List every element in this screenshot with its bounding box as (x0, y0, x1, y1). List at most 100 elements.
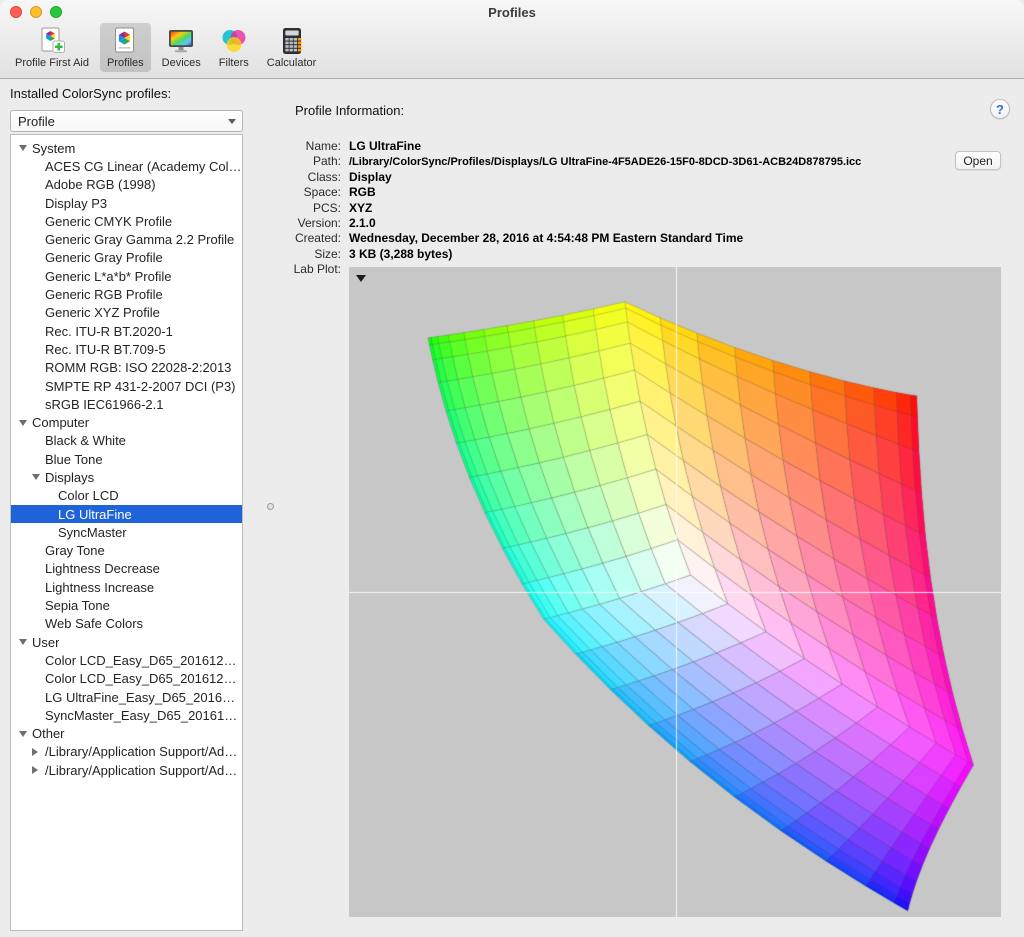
list-item[interactable]: SyncMaster (11, 523, 242, 541)
profile-name-label: Displays (45, 469, 95, 485)
disclosure-collapsed-icon[interactable] (32, 748, 45, 756)
list-item[interactable]: SMPTE RP 431-2-2007 DCI (P3) (11, 377, 242, 395)
profile-name-label: Color LCD (58, 488, 119, 504)
info-rows: Name: LG UltraFine Path: /Library/ColorSync… (291, 139, 1001, 262)
list-item[interactable]: Rec. ITU-R BT.709-5 (11, 340, 242, 358)
list-item[interactable]: /Library/Application Support/Ad… (11, 761, 242, 779)
toolbar-item-label: Filters (218, 57, 249, 69)
toolbar-item-filters[interactable]: Filters (212, 23, 256, 72)
profile-name-label: Rec. ITU-R BT.709-5 (45, 341, 166, 357)
disclosure-open-icon[interactable] (19, 420, 32, 426)
profile-name-label: Gray Tone (45, 543, 105, 559)
calculator-icon (277, 25, 307, 56)
info-label: Path: (312, 154, 341, 169)
toolbar-item-profile-first-aid[interactable]: Profile First Aid (8, 23, 96, 72)
toolbar-item-calculator[interactable]: Calculator (260, 23, 324, 72)
list-item[interactable]: Computer (11, 413, 242, 431)
info-value: Display (349, 169, 392, 184)
list-item[interactable]: User (11, 633, 242, 651)
profile-name-label: SMPTE RP 431-2-2007 DCI (P3) (45, 378, 236, 394)
list-item[interactable]: Rec. ITU-R BT.2020-1 (11, 322, 242, 340)
list-item[interactable]: Other (11, 725, 242, 743)
toolbar-item-devices[interactable]: Devices (155, 23, 208, 72)
profile-name-label: Generic L*a*b* Profile (45, 268, 172, 284)
disclosure-open-icon[interactable] (19, 145, 32, 151)
color-wheel-document-icon (110, 25, 140, 56)
profile-name-label: ROMM RGB: ISO 22028-2:2013 (45, 360, 232, 376)
list-item[interactable]: Generic CMYK Profile (11, 212, 242, 230)
title-and-toolbar: Profiles Profile First Aid Profiles Devi… (0, 0, 1024, 79)
disclosure-collapsed-icon[interactable] (32, 766, 45, 774)
toolbar-item-label: Profile First Aid (15, 57, 89, 69)
list-item[interactable]: Web Safe Colors (11, 615, 242, 633)
list-item[interactable]: Generic L*a*b* Profile (11, 267, 242, 285)
lab-plot-canvas[interactable] (349, 267, 1001, 917)
profile-name-label: System (32, 140, 76, 156)
toolbar-item-label: Devices (161, 57, 201, 69)
profile-name-label: /Library/Application Support/Ad… (45, 744, 238, 760)
list-item[interactable]: Lightness Decrease (11, 560, 242, 578)
splitter-handle[interactable] (267, 503, 274, 510)
list-item[interactable]: Generic Gray Profile (11, 249, 242, 267)
disclosure-open-icon[interactable] (32, 474, 45, 480)
list-item[interactable]: SyncMaster_Easy_D65_201612… (11, 706, 242, 724)
info-row: Path: /Library/ColorSync/Profiles/Display… (291, 154, 1001, 169)
profile-name-label: Rec. ITU-R BT.2020-1 (45, 323, 173, 339)
profile-name-label: Color LCD_Easy_D65_20161228… (45, 671, 242, 687)
toolbar-item-label: Calculator (266, 57, 317, 69)
list-item[interactable]: Generic RGB Profile (11, 285, 242, 303)
disclosure-open-icon[interactable] (19, 731, 32, 737)
info-value: RGB (349, 185, 376, 200)
profile-name-label: Other (32, 726, 65, 742)
list-item[interactable]: LG UltraFine (11, 504, 242, 524)
info-label: PCS: (312, 200, 341, 215)
list-item[interactable]: Generic Gray Gamma 2.2 Profile (11, 230, 242, 248)
list-item[interactable]: Lightness Increase (11, 578, 242, 596)
profile-name-label: LG UltraFine (58, 506, 132, 522)
info-value: XYZ (349, 200, 373, 215)
profile-name-label: Blue Tone (45, 451, 103, 467)
profile-name-label: Generic RGB Profile (45, 287, 163, 303)
list-item[interactable]: Sepia Tone (11, 596, 242, 614)
profile-filter-dropdown[interactable]: Profile (10, 110, 243, 132)
disclosure-open-icon[interactable] (19, 639, 32, 645)
help-button[interactable]: ? (990, 99, 1010, 119)
plot-type-disclosure-icon[interactable] (356, 275, 366, 282)
profile-name-label: ACES CG Linear (Academy Col… (45, 158, 242, 174)
profile-name-label: Sepia Tone (45, 598, 110, 614)
list-item[interactable]: /Library/Application Support/Ad… (11, 743, 242, 761)
profile-name-label: Color LCD_Easy_D65_20161227… (45, 652, 242, 668)
toolbar-item-profiles[interactable]: Profiles (99, 23, 151, 72)
profile-name-label: Generic XYZ Profile (45, 305, 160, 321)
list-item[interactable]: sRGB IEC61966-2.1 (11, 395, 242, 413)
info-label: Size: (314, 246, 341, 261)
list-item[interactable]: Display P3 (11, 194, 242, 212)
list-item[interactable]: Color LCD_Easy_D65_20161228… (11, 670, 242, 688)
list-item[interactable]: Adobe RGB (1998) (11, 176, 242, 194)
list-item[interactable]: ACES CG Linear (Academy Col… (11, 157, 242, 175)
list-item[interactable]: Color LCD_Easy_D65_20161227… (11, 651, 242, 669)
info-row: Name: LG UltraFine (291, 139, 1001, 154)
info-value: LG UltraFine (349, 139, 422, 153)
first-aid-profile-document-icon (37, 25, 67, 56)
installed-profiles-heading: Installed ColorSync profiles: (10, 86, 172, 101)
profile-name-label: Adobe RGB (1998) (45, 177, 156, 193)
list-item[interactable]: System (11, 139, 242, 157)
list-item[interactable]: Generic XYZ Profile (11, 304, 242, 322)
list-item[interactable]: Gray Tone (11, 542, 242, 560)
list-item[interactable]: Color LCD (11, 487, 242, 505)
list-item[interactable]: Displays (11, 468, 242, 486)
open-profile-button[interactable]: Open (955, 151, 1001, 170)
list-item[interactable]: Blue Tone (11, 450, 242, 468)
question-mark-icon: ? (996, 101, 1004, 117)
list-item[interactable]: LG UltraFine_Easy_D65_20161… (11, 688, 242, 706)
profile-name-label: Generic Gray Gamma 2.2 Profile (45, 232, 235, 248)
list-item[interactable]: ROMM RGB: ISO 22028-2:2013 (11, 359, 242, 377)
list-item[interactable]: Black & White (11, 432, 242, 450)
profile-name-label: User (32, 634, 60, 650)
info-value: 2.1.0 (349, 215, 376, 230)
info-label: Name: (305, 139, 341, 153)
info-row: Version: 2.1.0 (291, 216, 1001, 231)
profile-name-label: Display P3 (45, 195, 108, 211)
info-value: /Library/ColorSync/Profiles/Displays/LG … (349, 156, 862, 169)
